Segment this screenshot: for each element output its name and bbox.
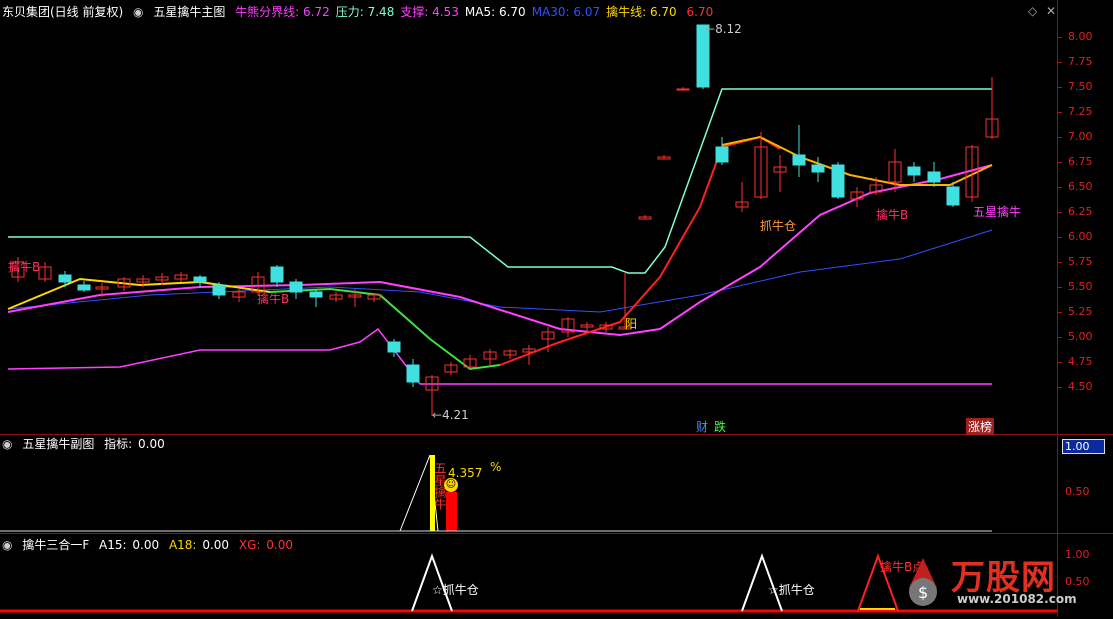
qinniu-line-4	[721, 135, 993, 186]
price-tick-mark	[1057, 387, 1062, 388]
price-tick-mark	[1057, 312, 1062, 313]
sub2-signal-text-1: 抓牛仓	[442, 583, 479, 597]
sub1-percent: %	[490, 460, 502, 474]
candle-body	[946, 186, 960, 206]
candle-body	[811, 164, 825, 173]
price-tick-mark	[1057, 87, 1062, 88]
price-tick-label: 5.50	[1068, 280, 1093, 293]
price-tick-mark	[1057, 137, 1062, 138]
price-tick-mark	[1057, 62, 1062, 63]
price-tick-mark	[1057, 187, 1062, 188]
price-tick-label: 4.50	[1068, 380, 1093, 393]
watermark-url: www.201082.com	[957, 592, 1077, 606]
price-tick-label: 7.25	[1068, 105, 1093, 118]
sub2-title[interactable]: 擒牛三合一F	[22, 538, 89, 552]
sub2-signal-zhuaniucang-2: ☆抓牛仓	[768, 583, 815, 597]
high-price-value: 8.12	[715, 22, 742, 36]
candle-body	[309, 291, 323, 298]
watermark-logo: $ 万股网 www.201082.com	[893, 548, 1093, 619]
sub2-header: ◉ 擒牛三合一F A15: 0.00 A18: 0.00 XG: 0.00	[2, 535, 299, 555]
signal-wuxing-qinniu: 五星擒牛	[973, 205, 1022, 219]
price-tick-mark	[1057, 112, 1062, 113]
sub2-signal-text-2: 抓牛仓	[778, 583, 815, 597]
candle-body	[792, 154, 806, 166]
price-tick-mark	[1057, 337, 1062, 338]
badge-cai[interactable]: 财	[696, 418, 708, 435]
ma30-line	[7, 229, 993, 313]
signal-qinniu-b-right: 擒牛B	[876, 208, 909, 222]
xg-label: XG:	[238, 538, 261, 552]
price-tick-label: 5.00	[1068, 330, 1093, 343]
price-tick-label: 6.75	[1068, 155, 1093, 168]
sub1-title[interactable]: 五星擒牛副图	[22, 437, 94, 451]
price-tick-mark	[1057, 262, 1062, 263]
a15-value: 0.00	[132, 538, 160, 552]
a18-value: 0.00	[202, 538, 230, 552]
low-price-value: 4.21	[442, 408, 469, 422]
candle-body	[715, 146, 729, 163]
candle-body	[270, 266, 284, 283]
qinniu-line-3	[499, 135, 781, 366]
sub1-header: ◉ 五星擒牛副图 指标: 0.00	[2, 434, 171, 454]
price-tick-mark	[1057, 37, 1062, 38]
price-tick-label: 6.00	[1068, 230, 1093, 243]
price-tick-label: 8.00	[1068, 30, 1093, 43]
price-tick-label: 5.75	[1068, 255, 1093, 268]
signal-qinniu-b-left: 擒牛B	[8, 260, 41, 274]
high-price-label: ←8.12	[705, 22, 742, 36]
price-tick-mark	[1057, 362, 1062, 363]
sub1-indicator-label: 指标:	[104, 437, 133, 451]
price-tick-label: 6.25	[1068, 205, 1093, 218]
right-axis-border	[1057, 0, 1058, 617]
price-tick-mark	[1057, 287, 1062, 288]
signal-qinniu-b-mid: 擒牛B	[257, 292, 290, 306]
sub1-red-bar	[446, 492, 457, 531]
sub1-indicator-value: 0.00	[138, 437, 165, 451]
smiley-icon: ☺	[444, 478, 458, 492]
a18-label: A18:	[168, 538, 197, 552]
xg-value: 0.00	[266, 538, 293, 552]
price-tick-label: 7.00	[1068, 130, 1093, 143]
collapse-icon[interactable]: ◉	[2, 437, 12, 451]
candle-body	[676, 88, 690, 91]
candle-body	[289, 281, 303, 293]
sub1-ytick-1: 1.00	[1062, 439, 1105, 454]
price-tick-label: 7.50	[1068, 80, 1093, 93]
candle-body	[927, 171, 941, 183]
support-line	[7, 327, 992, 385]
price-tick-mark	[1057, 212, 1062, 213]
candle-body	[193, 276, 207, 283]
candle-body	[831, 164, 845, 198]
candle-body	[77, 284, 91, 291]
candle-body	[387, 341, 401, 353]
candle-body	[907, 166, 921, 176]
candle-body	[406, 364, 420, 383]
a15-label: A15:	[99, 538, 127, 552]
price-tick-label: 6.50	[1068, 180, 1093, 193]
price-tick-label: 4.75	[1068, 355, 1093, 368]
price-tick-mark	[1057, 162, 1062, 163]
price-tick-label: 5.25	[1068, 305, 1093, 318]
sub1-ytick-2: 0.50	[1065, 485, 1090, 498]
badge-zhangting[interactable]: 涨榜	[966, 418, 995, 435]
badge-die[interactable]: 跌	[714, 418, 726, 435]
svg-text:$: $	[918, 583, 928, 602]
collapse-icon[interactable]: ◉	[2, 538, 12, 552]
sub2-signal-zhuaniucang-1: ☆抓牛仓	[432, 583, 479, 597]
low-price-label: ←4.21	[432, 408, 469, 422]
main-kline-chart[interactable]	[0, 0, 1057, 617]
price-tick-label: 7.75	[1068, 55, 1093, 68]
candle-body	[58, 274, 72, 283]
signal-yang: 阳	[625, 317, 638, 331]
candle-body	[212, 284, 226, 296]
signal-zhuaniucang: 抓牛仓	[760, 219, 797, 233]
price-tick-mark	[1057, 237, 1062, 238]
